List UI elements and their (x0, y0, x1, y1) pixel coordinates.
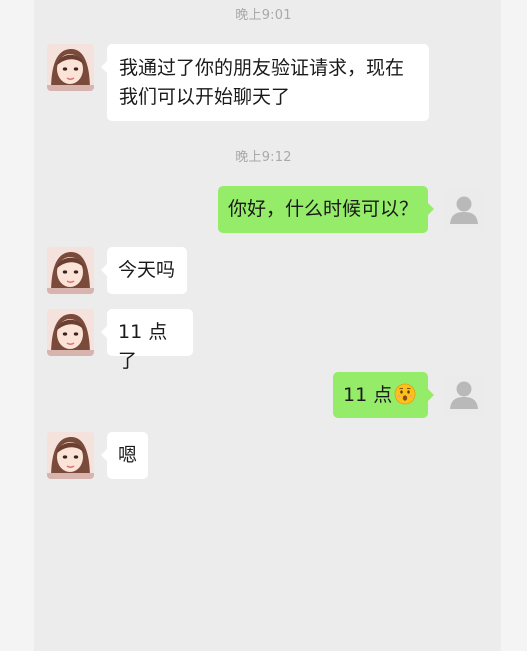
default-person-avatar-icon (444, 190, 484, 230)
contact-avatar[interactable] (47, 247, 94, 294)
girl-portrait-avatar-icon (47, 247, 94, 294)
message-timestamp: 晚上9:12 (235, 150, 292, 165)
message-text: 嗯 (118, 444, 138, 466)
right-edge-shade (501, 0, 527, 651)
girl-portrait-avatar-icon (47, 432, 94, 479)
girl-portrait-avatar-icon (47, 44, 94, 91)
message-text-line: 我通过了你的朋友验证请求，现在 (119, 57, 405, 79)
outgoing-message-bubble[interactable]: 11 点 (333, 372, 434, 418)
hushed-face-emoji-icon (394, 383, 416, 414)
contact-avatar[interactable] (47, 309, 94, 356)
self-avatar[interactable] (444, 375, 484, 415)
message-text-line: 我们可以开始聊天了 (119, 86, 291, 108)
girl-portrait-avatar-icon (47, 309, 94, 356)
contact-avatar[interactable] (47, 44, 94, 91)
incoming-message-bubble[interactable]: 今天吗 (101, 247, 187, 294)
chat-screen: 晚上9:01 我通过了你的朋友验证请求，现在 我们可以开始聊天了 晚上9:12 … (0, 0, 527, 651)
default-person-avatar-icon (444, 375, 484, 415)
incoming-message-bubble[interactable]: 我通过了你的朋友验证请求，现在 我们可以开始聊天了 (101, 44, 429, 121)
message-text: 11 点了 (118, 321, 168, 372)
outgoing-message-bubble[interactable]: 你好，什么时候可以？ (218, 186, 434, 233)
message-text: 你好，什么时候可以？ (228, 198, 419, 220)
left-edge-shade (0, 0, 34, 651)
message-text: 今天吗 (118, 259, 176, 281)
contact-avatar[interactable] (47, 432, 94, 479)
message-timestamp: 晚上9:01 (235, 8, 292, 23)
self-avatar[interactable] (444, 190, 484, 230)
incoming-message-bubble[interactable]: 嗯 (101, 432, 148, 479)
message-text: 11 点 (343, 384, 393, 406)
incoming-message-bubble[interactable]: 11 点了 (101, 309, 193, 372)
